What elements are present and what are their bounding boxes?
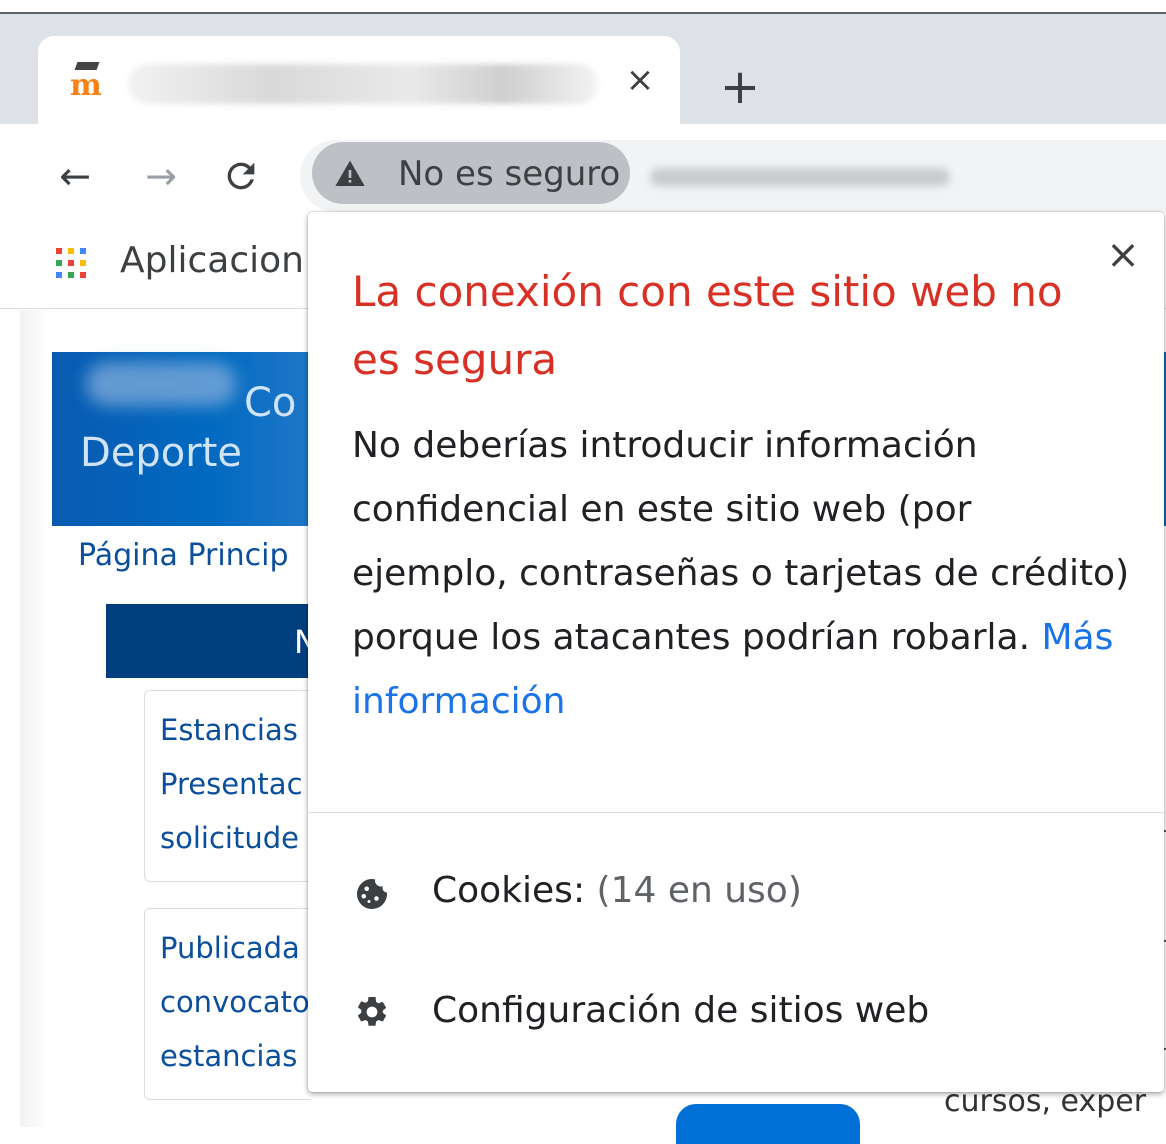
cookies-row[interactable]: Cookies: (14 en uso) xyxy=(432,866,802,916)
news-card-line[interactable]: estancias xyxy=(160,1036,297,1076)
section-header xyxy=(106,604,310,678)
reload-button[interactable] xyxy=(216,154,266,198)
page-left-gutter xyxy=(20,310,50,1127)
site-settings-row[interactable]: Configuración de sitios web xyxy=(432,986,929,1036)
banner-subtitle: Deporte xyxy=(80,430,243,476)
gear-icon xyxy=(357,996,387,1026)
news-card-line[interactable]: Presentac xyxy=(160,764,303,804)
forward-button[interactable]: → xyxy=(136,154,186,198)
new-tab-button[interactable]: + xyxy=(715,62,765,112)
popup-title: La conexión con este sitio web no es seg… xyxy=(352,267,1063,384)
breadcrumb-home-link[interactable]: Página Princip xyxy=(78,534,289,578)
active-tab[interactable]: m × xyxy=(38,36,680,138)
popup-description: No deberías introducir información confi… xyxy=(352,414,1132,734)
security-chip-label: No es seguro xyxy=(398,154,621,194)
tab-close-icon[interactable]: × xyxy=(620,58,660,102)
banner-redacted-text xyxy=(86,362,236,406)
cookie-icon xyxy=(357,878,388,909)
popup-close-button[interactable]: × xyxy=(1100,232,1146,278)
reload-icon xyxy=(227,162,255,190)
news-card-line[interactable]: Publicada xyxy=(160,928,300,968)
news-card-line[interactable]: solicitude xyxy=(160,818,299,858)
back-button[interactable]: ← xyxy=(50,154,100,198)
url-redacted xyxy=(650,168,950,186)
popup-divider xyxy=(308,812,1164,813)
popup-body-text: No deberías introducir información confi… xyxy=(352,425,1130,658)
apps-grid-icon[interactable] xyxy=(56,248,86,278)
news-card-line[interactable]: Estancias xyxy=(160,710,298,750)
cookies-label: Cookies: xyxy=(432,870,586,911)
news-card-line[interactable]: convocato xyxy=(160,982,310,1022)
page-action-button[interactable] xyxy=(676,1104,860,1144)
bookmark-apps-label[interactable]: Aplicacion xyxy=(120,236,304,286)
tab-title-redacted xyxy=(128,64,598,104)
moodle-favicon-icon: m xyxy=(70,62,110,106)
warning-icon xyxy=(335,160,365,186)
banner-title-fragment: Co xyxy=(244,380,297,426)
cookies-count: (14 en uso) xyxy=(596,870,802,911)
window-top-border xyxy=(0,0,1166,14)
tab-strip: m × + xyxy=(0,14,1166,138)
